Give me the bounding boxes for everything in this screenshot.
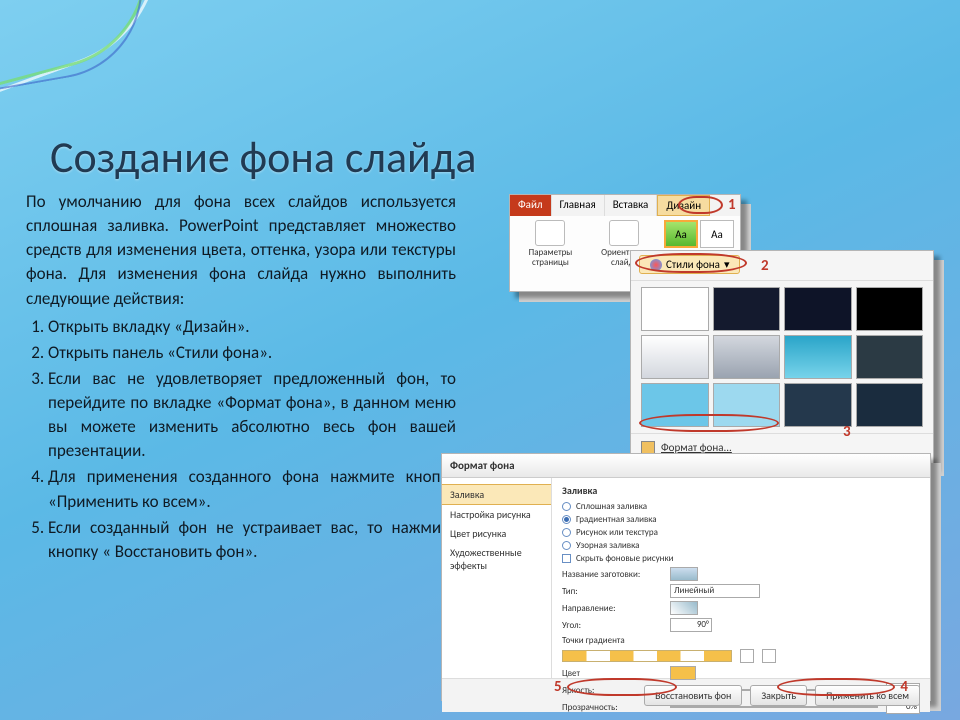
style-swatch	[856, 287, 924, 331]
opt-gradient: Градиентная заливка	[576, 514, 657, 525]
style-swatch	[713, 287, 781, 331]
dialog-sidebar: Заливка Настройка рисунка Цвет рисунка Х…	[442, 478, 552, 678]
tab-home: Главная	[552, 195, 605, 216]
dialog-title: Формат фона	[442, 454, 930, 478]
style-swatch	[641, 287, 709, 331]
steps-list: Открыть вкладку «Дизайн». Открыть панель…	[26, 315, 456, 564]
marker-4: 4	[777, 678, 908, 696]
theme-thumb: Аа	[664, 220, 698, 248]
style-swatch	[856, 335, 924, 379]
theme-thumb: Аа	[700, 220, 734, 248]
style-swatch	[713, 335, 781, 379]
step-4: Для применения созданного фона нажмите к…	[48, 465, 456, 513]
dialog-main: Заливка Сплошная заливка Градиентная зал…	[552, 478, 930, 678]
side-fill: Заливка	[442, 484, 551, 505]
page-setup-button: Параметры страницы	[516, 220, 585, 268]
type-combo: Линейный	[670, 584, 760, 598]
tab-file: Файл	[510, 195, 552, 216]
style-swatch	[784, 287, 852, 331]
marker-5: 5	[554, 678, 677, 696]
opt-solid: Сплошная заливка	[576, 501, 647, 512]
marker-3-num: 3	[843, 423, 851, 441]
add-stop-icon	[740, 649, 754, 663]
gradient-stops-slider	[562, 650, 732, 662]
slide-title: Создание фона слайда	[50, 130, 476, 184]
style-swatch	[641, 335, 709, 379]
intro-paragraph: По умолчанию для фона всех слайдов испол…	[26, 190, 456, 311]
side-picture-corrections: Настройка рисунка	[442, 505, 551, 524]
side-artistic-effects: Художественные эффекты	[442, 543, 551, 575]
opt-hide: Скрыть фоновые рисунки	[576, 553, 674, 564]
marker-2-num: 2	[761, 257, 769, 275]
opt-texture: Рисунок или текстура	[576, 527, 658, 538]
step-2: Открыть панель «Стили фона».	[48, 341, 456, 365]
opt-pattern: Узорная заливка	[576, 540, 639, 551]
step-3: Если вас не удовлетворяет предложенный ф…	[48, 367, 456, 464]
remove-stop-icon	[762, 649, 776, 663]
style-grid	[631, 281, 933, 433]
style-swatch	[856, 383, 924, 427]
screenshot-format-dialog: Формат фона Заливка Настройка рисунка Цв…	[441, 453, 931, 701]
marker-1: 1	[678, 196, 736, 214]
step-5: Если созданный фон не устраивает вас, то…	[48, 516, 456, 564]
fill-heading: Заливка	[562, 484, 920, 497]
screenshot-styles-gallery: Стили фона ▾ Формат фона... Восстановить…	[630, 250, 934, 466]
body-text: По умолчанию для фона всех слайдов испол…	[26, 190, 456, 566]
step-1: Открыть вкладку «Дизайн».	[48, 315, 456, 339]
tab-insert: Вставка	[605, 195, 658, 216]
style-swatch	[784, 335, 852, 379]
side-picture-color: Цвет рисунка	[442, 524, 551, 543]
style-swatch	[784, 383, 852, 427]
